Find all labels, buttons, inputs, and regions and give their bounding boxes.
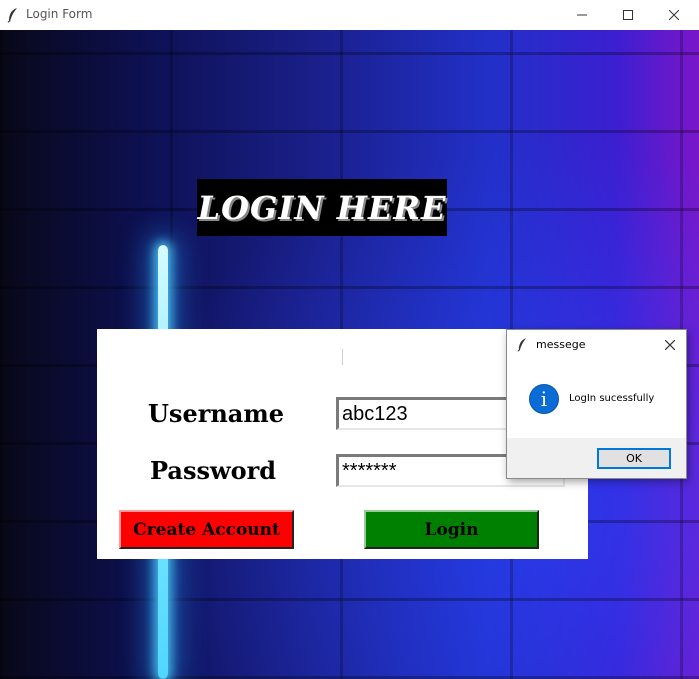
dialog-close-button[interactable] [661, 336, 679, 354]
info-icon: i [529, 384, 559, 414]
window-title: Login Form [26, 7, 93, 21]
ok-button[interactable]: OK [597, 448, 671, 469]
close-icon [669, 10, 679, 20]
window-title-bar[interactable]: Login Form [0, 0, 699, 30]
password-label: Password [150, 456, 277, 485]
text-cursor [342, 349, 343, 365]
minimize-button[interactable] [559, 0, 605, 30]
username-label: Username [148, 399, 285, 428]
create-account-button[interactable]: Create Account [119, 510, 294, 549]
minimize-icon [577, 14, 587, 16]
dialog-footer: OK [507, 438, 686, 478]
close-button[interactable] [651, 0, 697, 30]
feather-icon [517, 338, 527, 352]
feather-icon [7, 8, 17, 23]
dialog-message: LogIn sucessfully [569, 393, 655, 404]
message-dialog[interactable]: messege i LogIn sucessfully OK [506, 329, 687, 479]
close-icon [665, 340, 675, 350]
dialog-title: messege [536, 338, 586, 351]
login-heading: LOGIN HERE [197, 179, 447, 236]
maximize-button[interactable] [605, 0, 651, 30]
login-button[interactable]: Login [364, 510, 539, 549]
maximize-icon [623, 10, 633, 20]
